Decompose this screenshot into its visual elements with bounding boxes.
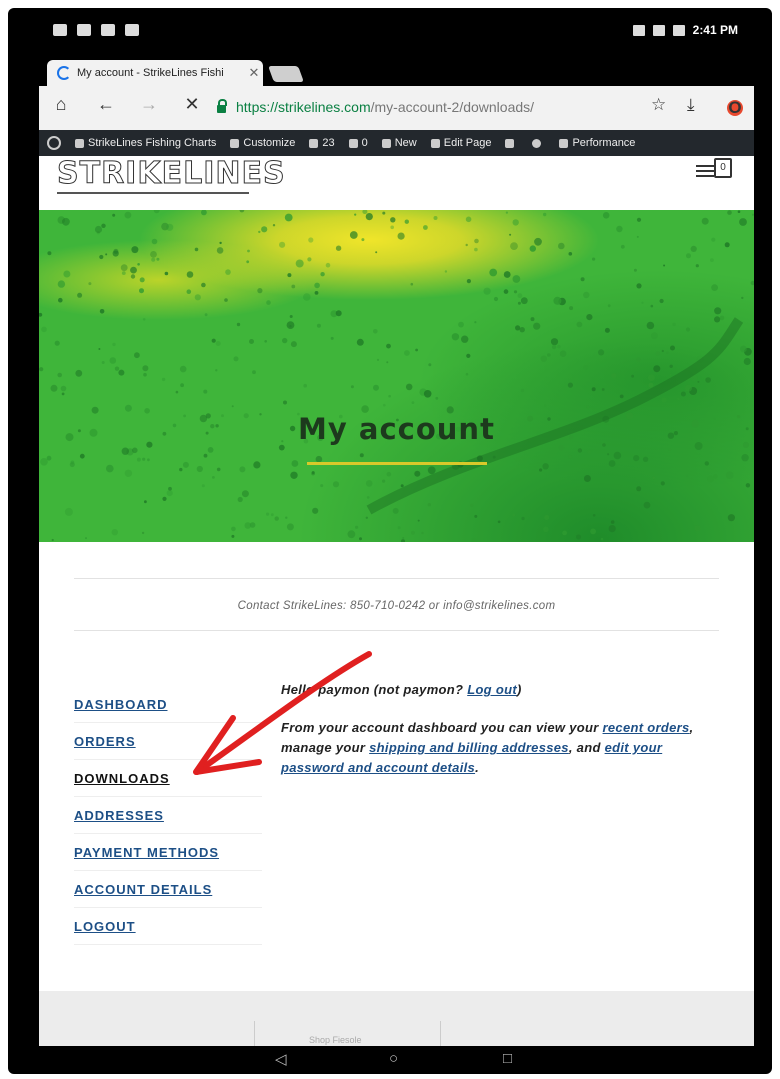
annotation-arrow: [193, 651, 372, 775]
back-nav-icon[interactable]: ◁: [275, 1050, 287, 1068]
home-nav-icon[interactable]: ○: [389, 1050, 398, 1067]
footer-text: Shop Fiesole: [309, 1035, 362, 1045]
recents-nav-icon[interactable]: □: [503, 1050, 512, 1067]
screen: 2:41 PM My account - StrikeLines Fishi ✕…: [39, 14, 754, 1046]
android-nav-bar: ◁ ○ □: [39, 1046, 754, 1074]
site-footer: Shop Fiesole: [39, 991, 754, 1046]
